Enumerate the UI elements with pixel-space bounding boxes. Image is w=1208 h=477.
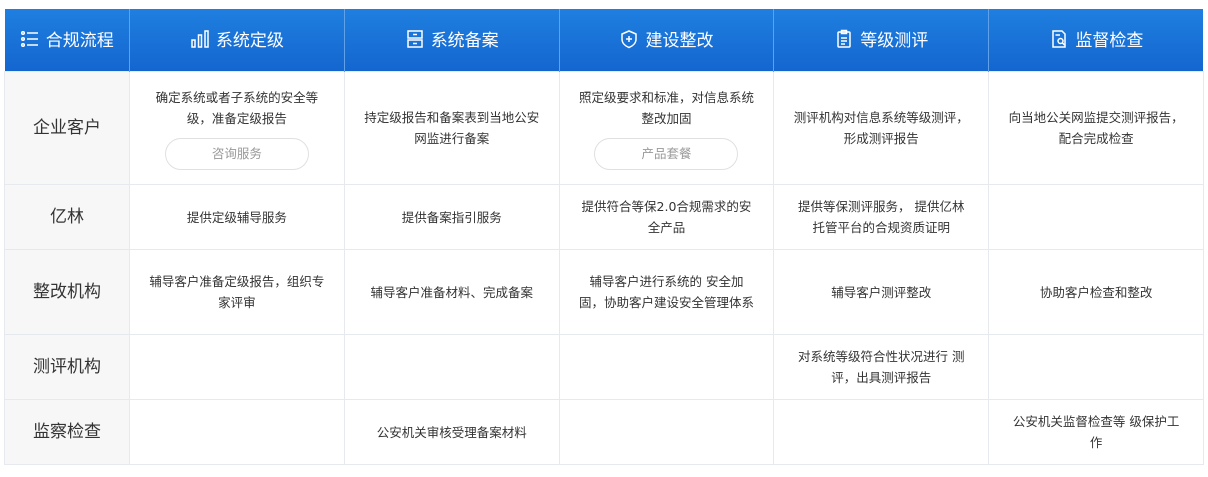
header-label: 系统定级 [215,31,284,52]
table-cell: 持定级报告和备案表到当地公安网监进行备案 [343,71,560,185]
table-cell [773,399,990,465]
product-package-button[interactable]: 产品套餐 [594,137,739,170]
table-cell [558,334,775,400]
table-cell [129,334,345,400]
inspect-icon [1049,29,1069,49]
archive-icon [405,29,425,49]
row-label: 整改机构 [4,249,130,335]
cell-text: 确定系统或者子系统的安全等级，准备定级报告 [155,89,319,126]
table-cell: 辅导客户准备定级报告，组织专家评审 [129,249,345,335]
table-cell [343,334,560,400]
table-row: 企业客户 确定系统或者子系统的安全等级，准备定级报告 咨询服务 持定级报告和备案… [4,71,1204,185]
header-row: 合规流程 系统定级 系统备案 建设整改 等级测评 监督检查 [4,9,1204,72]
table-cell: 辅导客户测评整改 [773,249,990,335]
table-cell: 测评机构对信息系统等级测评，形成测评报告 [773,71,990,185]
table-cell: 对系统等级符合性状况进行 测评，出具测评报告 [773,334,990,400]
header-construction-rectification: 建设整改 [559,9,775,72]
table-cell: 辅导客户进行系统的 安全加固，协助客户建设安全管理体系 [558,249,775,335]
table-row: 监察检查 公安机关审核受理备案材料 公安机关监督检查等 级保护工作 [4,399,1204,465]
row-label: 监察检查 [4,399,130,465]
header-compliance-process: 合规流程 [4,9,130,72]
table-cell: 提供符合等保2.0合规需求的安全产品 [558,184,775,250]
table-cell [558,399,775,465]
header-label: 合规流程 [45,31,114,52]
table-cell [988,334,1204,400]
header-system-filing: 系统备案 [344,9,560,72]
table-row: 测评机构 对系统等级符合性状况进行 测评，出具测评报告 [4,334,1204,400]
cell-text: 照定级要求和标准，对信息系统整改加固 [578,89,754,126]
table-cell [988,184,1204,250]
table-cell: 公安机关审核受理备案材料 [343,399,560,465]
clipboard-icon [834,29,854,49]
table-row: 整改机构 辅导客户准备定级报告，组织专家评审 辅导客户准备材料、完成备案 辅导客… [4,249,1204,335]
row-label: 测评机构 [4,334,130,400]
consulting-service-button[interactable]: 咨询服务 [164,137,309,170]
shield-plus-icon [619,29,639,49]
bar-chart-icon [190,29,210,49]
header-label: 监督检查 [1075,31,1144,52]
table-cell: 提供定级辅导服务 [129,184,345,250]
table-cell: 照定级要求和标准，对信息系统整改加固 产品套餐 [558,71,775,185]
table-row: 亿林 提供定级辅导服务 提供备案指引服务 提供符合等保2.0合规需求的安全产品 … [4,184,1204,250]
header-label: 系统备案 [430,31,499,52]
table-cell: 确定系统或者子系统的安全等级，准备定级报告 咨询服务 [129,71,345,185]
list-icon [20,29,40,49]
table-cell: 向当地公关网监提交测评报告，配合完成检查 [988,71,1204,185]
table-cell: 提供等保测评服务， 提供亿林托管平台的合规资质证明 [773,184,990,250]
header-level-assessment: 等级测评 [773,9,990,72]
header-label: 建设整改 [645,31,714,52]
table-cell: 辅导客户准备材料、完成备案 [343,249,560,335]
table-cell: 公安机关监督检查等 级保护工作 [988,399,1204,465]
compliance-table: 合规流程 系统定级 系统备案 建设整改 等级测评 监督检查 企业客户 确定系统或… [4,9,1204,465]
header-system-grading: 系统定级 [129,9,345,72]
table-cell: 提供备案指引服务 [343,184,560,250]
row-label: 亿林 [4,184,130,250]
row-label: 企业客户 [4,71,130,185]
table-cell [129,399,345,465]
header-supervision-inspection: 监督检查 [988,9,1204,72]
table-cell: 协助客户检查和整改 [988,249,1204,335]
header-label: 等级测评 [860,31,929,52]
